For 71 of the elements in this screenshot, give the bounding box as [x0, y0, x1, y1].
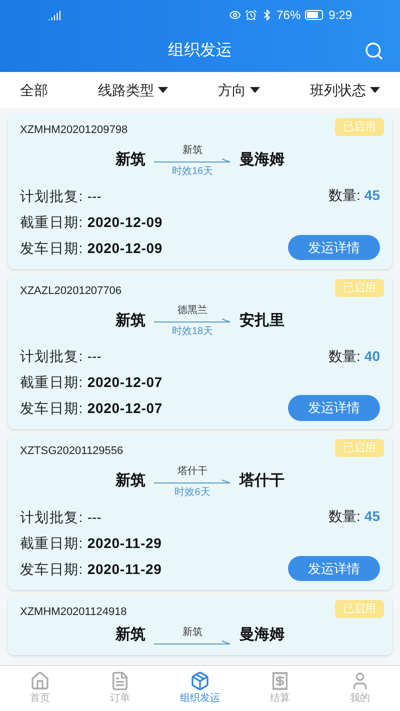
status-badge: 已启用 [335, 600, 384, 618]
quantity-label: 数量: [328, 186, 360, 205]
field-value: 2020-11-29 [87, 560, 162, 578]
shipment-id: XZMHM20201124918 [20, 604, 127, 620]
quantity-value: 40 [364, 346, 380, 366]
filter-dropdown[interactable]: 线路类型 [98, 80, 168, 100]
field-value: 2020-11-29 [87, 534, 162, 552]
status-badge: 已启用 [335, 439, 384, 457]
field-label: 计划批复: [20, 186, 84, 206]
nav-icon [190, 671, 210, 691]
field-value: --- [87, 347, 102, 366]
destination-city: 塔什干 [240, 471, 284, 492]
field-value: 2020-12-09 [87, 238, 163, 258]
origin-city: 新筑 [116, 625, 146, 645]
destination-city: 曼海姆 [240, 625, 284, 645]
shipment-id: XZTSG20201129556 [20, 444, 124, 459]
via-city: 德黑兰 [178, 304, 208, 318]
caret-icon [158, 87, 168, 93]
field-value: 2020-12-07 [87, 373, 163, 392]
filter-dropdown[interactable]: 方向 [218, 80, 260, 100]
origin-city: 新筑 [116, 150, 146, 170]
via-city: 塔什干 [178, 464, 208, 478]
field-value: 2020-12-09 [87, 212, 163, 232]
transit-time: 时效16天 [172, 164, 214, 178]
shipment-id: XZMHM20201209798 [20, 123, 128, 138]
field-label: 发车日期: [20, 238, 84, 258]
signal-icon [48, 8, 61, 22]
caret-icon [370, 87, 380, 93]
destination-city: 安扎里 [240, 310, 284, 331]
quantity-label: 数量: [328, 346, 360, 366]
eye-icon [228, 9, 241, 21]
transit-time: 时效18天 [172, 324, 214, 339]
field-label: 计划批复: [20, 347, 84, 366]
quantity-value: 45 [364, 186, 380, 205]
field-label: 发车日期: [20, 560, 84, 578]
quantity-value: 45 [364, 507, 380, 526]
nav-icon [110, 671, 130, 691]
transit-time: 时效6天 [174, 486, 210, 500]
nav-icon [30, 671, 50, 691]
via-city: 新筑 [182, 626, 202, 640]
origin-city: 新筑 [116, 471, 146, 492]
field-label: 截重日期: [20, 212, 84, 232]
battery-percent: 76% [276, 7, 301, 24]
status-badge: 已启用 [335, 118, 384, 136]
destination-city: 曼海姆 [240, 150, 284, 170]
field-label: 截重日期: [20, 534, 84, 552]
nav-tab[interactable]: 组织发运 [160, 666, 240, 711]
field-label: 截重日期: [20, 373, 84, 392]
origin-city: 新筑 [116, 310, 146, 331]
shipment-id: XZAZL20201207706 [20, 284, 122, 298]
shipment-card[interactable]: XZMHM20201124918 已启用 新筑 新筑 曼海姆 [8, 596, 392, 654]
caret-icon [250, 87, 260, 93]
field-value: --- [87, 186, 102, 206]
status-badge: 已启用 [335, 278, 384, 296]
filter-dropdown[interactable]: 全部 [20, 80, 48, 100]
nav-icon [270, 671, 290, 691]
battery-icon [304, 10, 325, 20]
shipment-card[interactable]: XZTSG20201129556 已启用 新筑 塔什干 时效6天 塔什干 计划批复: --- 数量: 45 截重日期: 2020-11-29 发车日期: 2020-11-29 发运详情 [8, 435, 392, 590]
alarm-icon [244, 9, 257, 21]
field-value: 2020-12-07 [87, 399, 163, 418]
shipment-card[interactable]: XZMHM20201209798 已启用 新筑 新筑 时效16天 曼海姆 计划批复: --- 数量: 45 截重日期: 2020-12-09 发车日期: 2020-12-09 发运详情 [8, 114, 392, 268]
shipment-card[interactable]: XZAZL20201207706 已启用 新筑 德黑兰 时效18天 安扎里 计划批复: --- 数量: 40 截重日期: 2020-12-07 发车日期: 2020-12-07 发运详情 [8, 274, 392, 429]
page-title: 组织发运 [168, 41, 232, 61]
quantity-label: 数量: [328, 507, 360, 526]
filter-dropdown[interactable]: 班列状态 [310, 80, 380, 100]
clock-time: 9:29 [328, 7, 352, 24]
search-icon[interactable] [364, 41, 384, 61]
via-city: 新筑 [182, 144, 202, 158]
field-label: 发车日期: [20, 399, 84, 418]
field-value: --- [87, 508, 102, 526]
field-label: 计划批复: [20, 508, 84, 526]
